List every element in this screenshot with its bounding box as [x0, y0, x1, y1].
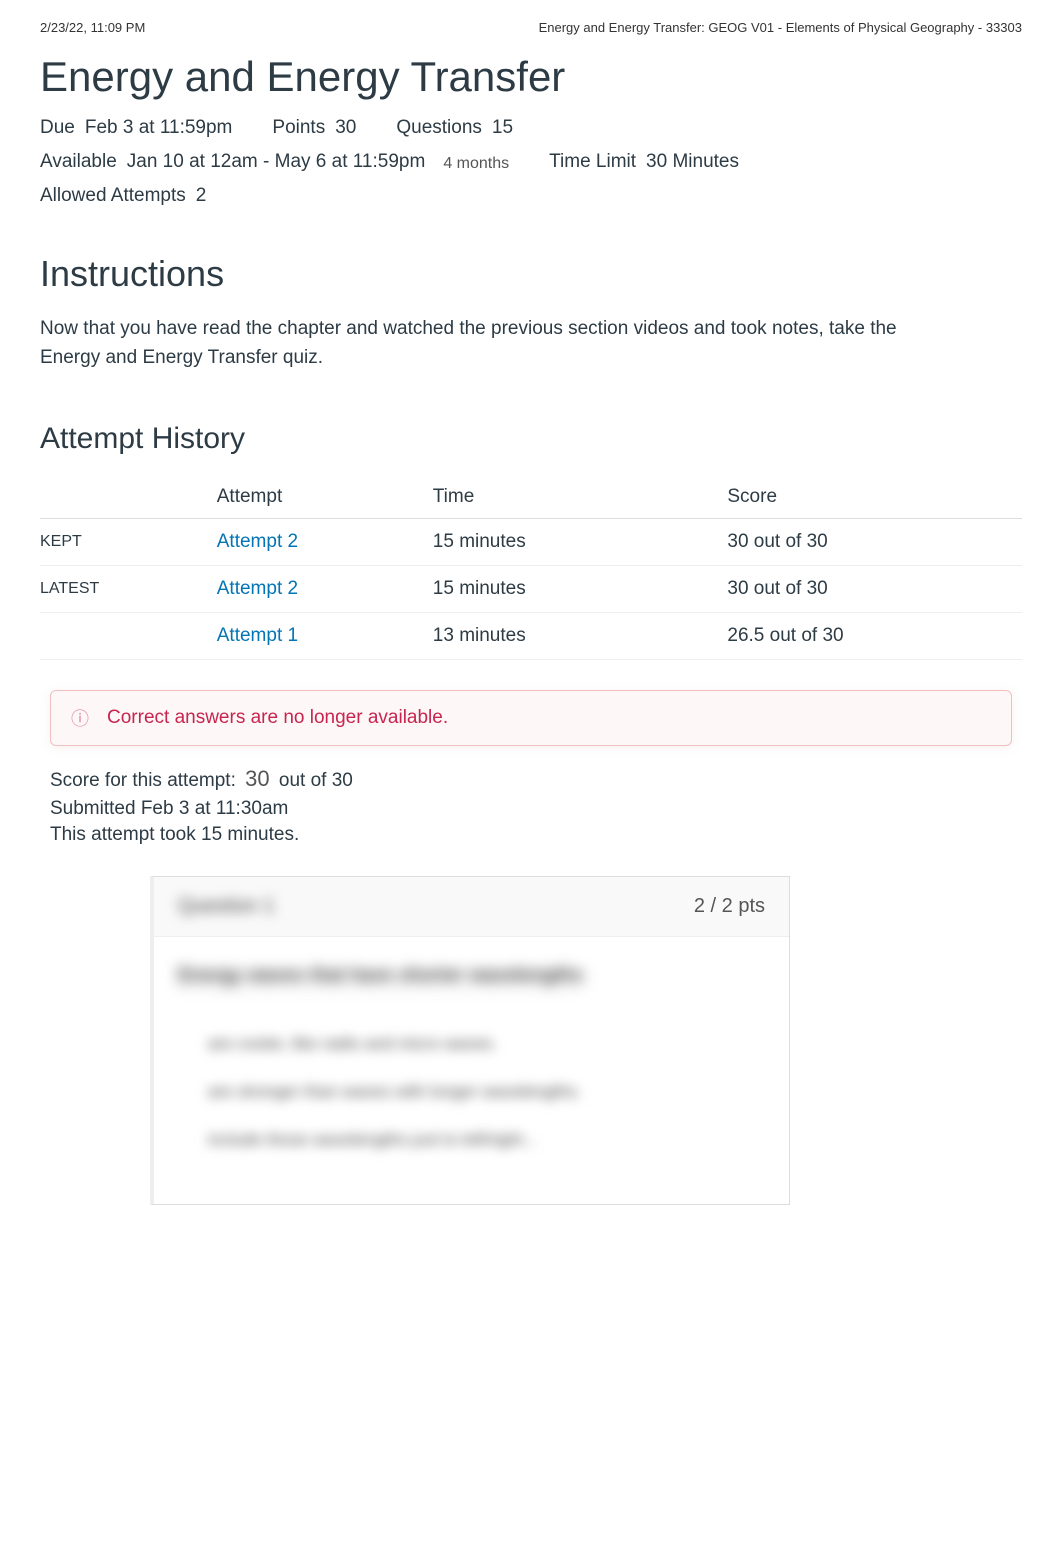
attempt-score: 30 out of 30 [727, 566, 1022, 613]
attempt-link[interactable]: Attempt 2 [217, 531, 298, 552]
score-prefix: Score for this attempt: [50, 770, 236, 791]
time-limit-label: Time Limit [549, 151, 636, 173]
question-body: Energy waves that have shorter wavelengt… [154, 937, 789, 1204]
duration-line: This attempt took 15 minutes. [50, 824, 1012, 846]
col-time: Time [433, 476, 728, 519]
table-row: KEPT Attempt 2 15 minutes 30 out of 30 [40, 519, 1022, 566]
print-header: 2/23/22, 11:09 PM Energy and Energy Tran… [40, 0, 1022, 43]
table-row: LATEST Attempt 2 15 minutes 30 out of 30 [40, 566, 1022, 613]
attempt-score: 26.5 out of 30 [727, 613, 1022, 660]
questions-label: Questions [396, 117, 482, 139]
correct-answers-alert: ⓘ Correct answers are no longer availabl… [50, 690, 1012, 746]
table-row: Attempt 1 13 minutes 26.5 out of 30 [40, 613, 1022, 660]
question-prompt: Energy waves that have shorter wavelengt… [178, 965, 584, 990]
col-score: Score [727, 476, 1022, 519]
due-group: Due Feb 3 at 11:59pm [40, 117, 232, 139]
question-points: 2 / 2 pts [694, 895, 765, 918]
allowed-attempts-value: 2 [196, 185, 207, 207]
allowed-attempts-label: Allowed Attempts [40, 185, 186, 207]
col-attempt: Attempt [217, 476, 433, 519]
instructions-body: Now that you have read the chapter and w… [40, 315, 940, 372]
row-tag [40, 613, 217, 660]
submitted-line: Submitted Feb 3 at 11:30am [50, 798, 1012, 820]
time-limit-group: Time Limit 30 Minutes [549, 151, 739, 173]
quiz-meta-row-3: Allowed Attempts 2 [40, 179, 1022, 213]
available-group: Available Jan 10 at 12am - May 6 at 11:5… [40, 151, 425, 173]
available-duration: 4 months [443, 155, 509, 173]
answer-option: include those wavelengths just to left/r… [198, 1116, 765, 1164]
available-value: Jan 10 at 12am - May 6 at 11:59pm [127, 151, 426, 173]
attempt-time: 13 minutes [433, 613, 728, 660]
allowed-attempts-group: Allowed Attempts 2 [40, 185, 206, 207]
attempt-history-table: Attempt Time Score KEPT Attempt 2 15 min… [40, 476, 1022, 660]
row-tag: LATEST [40, 566, 217, 613]
points-label: Points [272, 117, 325, 139]
attempt-time: 15 minutes [433, 519, 728, 566]
attempt-time: 15 minutes [433, 566, 728, 613]
points-group: Points 30 [272, 117, 356, 139]
score-value: 30 [245, 766, 269, 791]
attempt-score: 30 out of 30 [727, 519, 1022, 566]
row-tag: KEPT [40, 519, 217, 566]
print-title: Energy and Energy Transfer: GEOG V01 - E… [539, 20, 1022, 35]
score-suffix: out of 30 [279, 770, 353, 791]
due-value: Feb 3 at 11:59pm [85, 117, 233, 139]
questions-group: Questions 15 [396, 117, 513, 139]
page-title: Energy and Energy Transfer [40, 53, 1022, 101]
print-timestamp: 2/23/22, 11:09 PM [40, 20, 145, 35]
answer-option: are cooler, like radio and micro waves. [198, 1020, 765, 1068]
available-label: Available [40, 151, 117, 173]
col-tag [40, 476, 217, 519]
attempt-link[interactable]: Attempt 2 [217, 578, 298, 599]
info-icon: ⓘ [71, 705, 89, 731]
quiz-meta-row-2: Available Jan 10 at 12am - May 6 at 11:5… [40, 145, 1022, 179]
question-header: Question 1 2 / 2 pts [154, 877, 789, 937]
time-limit-value: 30 Minutes [646, 151, 739, 173]
attempt-history-heading: Attempt History [40, 422, 1022, 456]
question-card: Question 1 2 / 2 pts Energy waves that h… [150, 876, 790, 1205]
question-label: Question 1 [178, 895, 275, 918]
due-label: Due [40, 117, 75, 139]
answer-option: are stronger than waves with longer wave… [198, 1068, 765, 1116]
alert-text: Correct answers are no longer available. [107, 707, 448, 729]
quiz-meta-row-1: Due Feb 3 at 11:59pm Points 30 Questions… [40, 111, 1022, 145]
attempt-link[interactable]: Attempt 1 [217, 625, 298, 646]
points-value: 30 [335, 117, 356, 139]
score-for-attempt: Score for this attempt: 30 out of 30 [50, 766, 1012, 792]
instructions-heading: Instructions [40, 253, 1022, 295]
questions-value: 15 [492, 117, 513, 139]
